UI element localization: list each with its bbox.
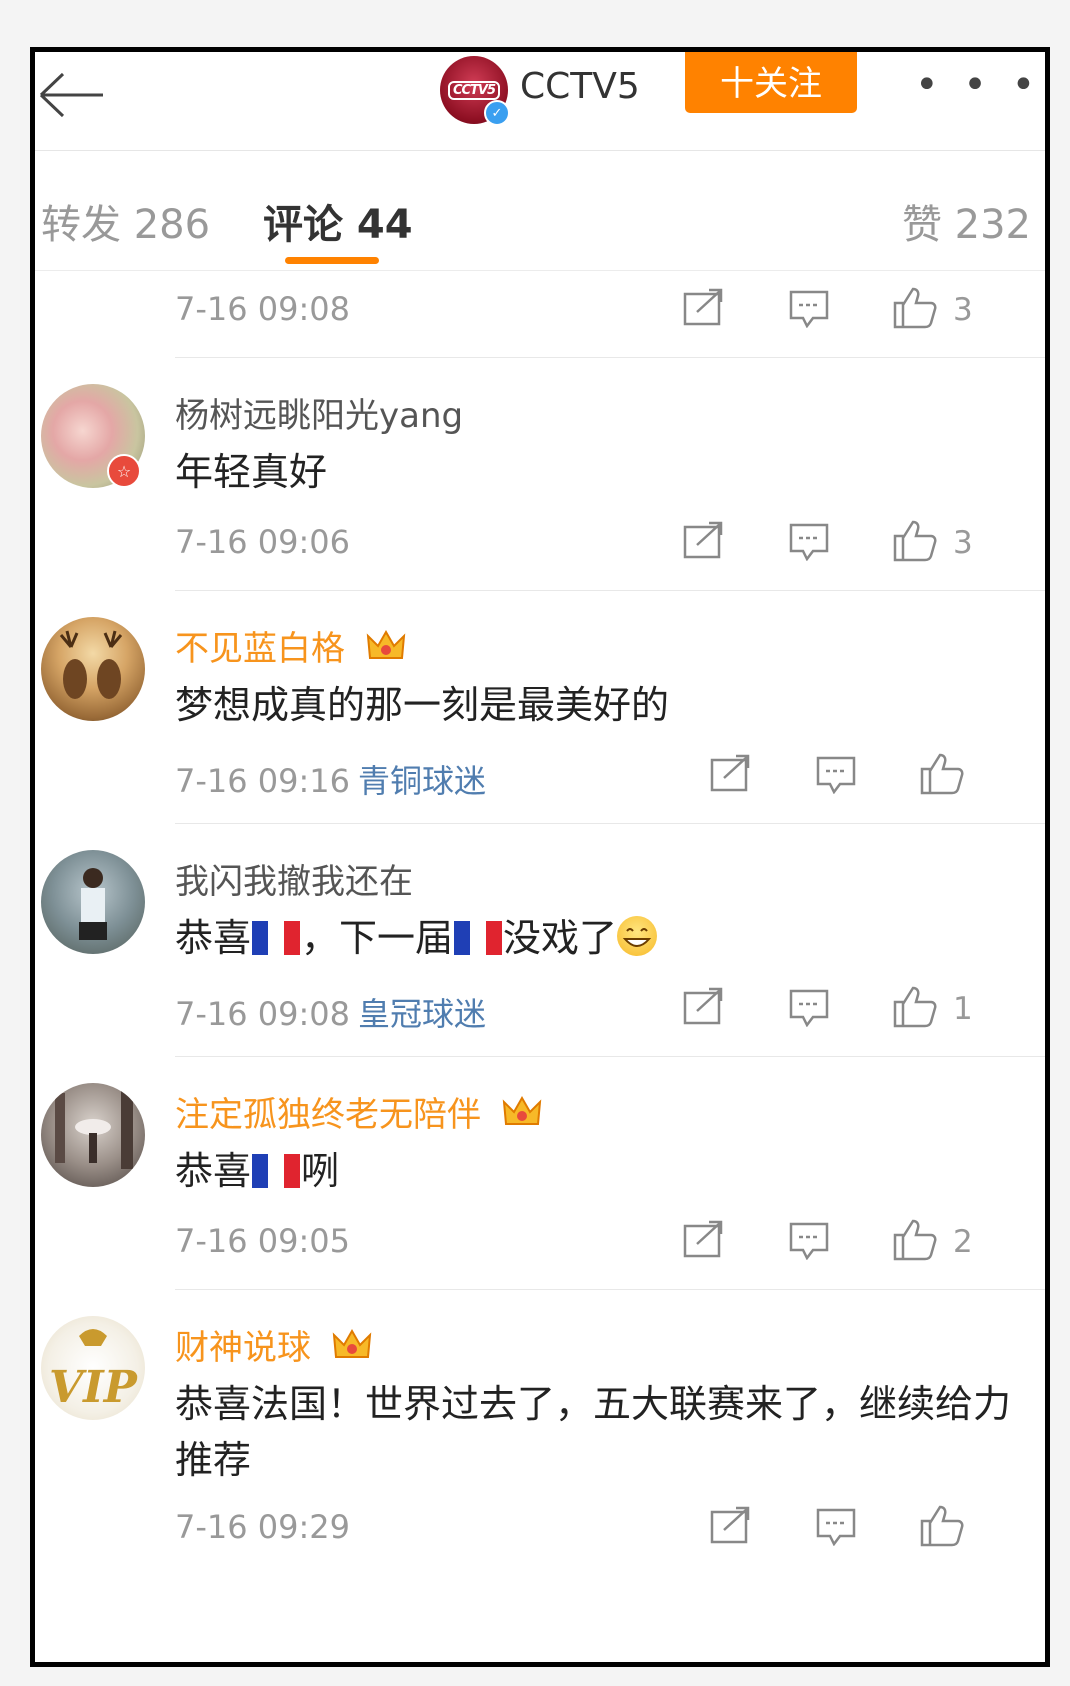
comment-text: 梦想成真的那一刻是最美好的 bbox=[175, 683, 670, 727]
like-icon[interactable] bbox=[893, 1217, 937, 1261]
grin-emoji-icon bbox=[617, 916, 658, 956]
divider bbox=[175, 357, 1045, 358]
reply-icon[interactable] bbox=[789, 989, 829, 1027]
comment-time: 7-16 09:08 bbox=[175, 995, 351, 1033]
avatar[interactable] bbox=[41, 617, 145, 721]
reply-icon[interactable] bbox=[789, 1222, 829, 1260]
share-icon[interactable] bbox=[683, 987, 725, 1025]
active-tab-indicator bbox=[285, 257, 379, 264]
comment-time: 7-16 09:29 bbox=[175, 1508, 351, 1546]
comment-text: 恭喜 咧 bbox=[175, 1143, 1035, 1199]
top-bar: CCTV5 ✓ CCTV5 十关注 • • • bbox=[35, 52, 1045, 151]
reply-icon[interactable] bbox=[789, 290, 829, 328]
crown-icon bbox=[366, 628, 406, 673]
france-flag-icon bbox=[454, 914, 503, 955]
username-label: 财神说球 bbox=[175, 1328, 311, 1368]
star-badge-icon: ☆ bbox=[107, 454, 141, 488]
account-name[interactable]: CCTV5 bbox=[520, 66, 640, 107]
like-count: 3 bbox=[953, 292, 973, 328]
more-icon[interactable]: • • • bbox=[915, 62, 1041, 108]
verified-icon: ✓ bbox=[484, 100, 510, 126]
france-flag-icon bbox=[252, 914, 301, 955]
username[interactable]: 杨树远眺阳光yang bbox=[175, 388, 463, 437]
reply-icon[interactable] bbox=[816, 756, 856, 794]
comment-meta: 7-16 09:16 青铜球迷 bbox=[175, 756, 486, 802]
divider bbox=[175, 1056, 1045, 1057]
reply-icon[interactable] bbox=[789, 523, 829, 561]
comment-text-part: ，下一届 bbox=[301, 916, 454, 960]
avatar[interactable]: VIP bbox=[41, 1316, 145, 1420]
svg-text:VIP: VIP bbox=[49, 1362, 139, 1413]
comment-time: 7-16 09:06 bbox=[175, 523, 351, 561]
tab-repost[interactable]: 转发 286 bbox=[41, 192, 210, 250]
username[interactable]: 注定孤独终老无陪伴 bbox=[175, 1087, 542, 1139]
like-count: 3 bbox=[953, 525, 973, 561]
like-icon[interactable] bbox=[893, 518, 937, 562]
like-count: 1 bbox=[953, 991, 973, 1027]
like-icon[interactable] bbox=[920, 1503, 964, 1547]
share-icon[interactable] bbox=[683, 521, 725, 559]
follow-button[interactable]: 十关注 bbox=[685, 52, 857, 113]
share-icon[interactable] bbox=[710, 1506, 752, 1544]
username-label: 注定孤独终老无陪伴 bbox=[175, 1095, 481, 1135]
comment-text: 年轻真好 bbox=[175, 450, 328, 494]
like-icon[interactable] bbox=[893, 984, 937, 1028]
fan-level-link[interactable]: 皇冠球迷 bbox=[358, 995, 486, 1033]
divider bbox=[175, 1289, 1045, 1290]
comment-text: 恭喜 ，下一届 没戏了 bbox=[175, 910, 1035, 966]
comment-text-part: 咧 bbox=[301, 1149, 340, 1193]
like-count: 2 bbox=[953, 1224, 973, 1260]
share-icon[interactable] bbox=[710, 754, 752, 792]
comment-time: 7-16 09:08 bbox=[175, 290, 351, 328]
weibo-comments-screen: CCTV5 ✓ CCTV5 十关注 • • • 转发 286 评论 44 赞 2… bbox=[30, 47, 1050, 1667]
comment-text-part: 恭喜 bbox=[175, 1149, 252, 1193]
tab-comments[interactable]: 评论 44 bbox=[263, 192, 413, 250]
fan-level-link[interactable]: 青铜球迷 bbox=[358, 762, 486, 800]
divider bbox=[175, 823, 1045, 824]
reply-icon[interactable] bbox=[816, 1508, 856, 1546]
share-icon[interactable] bbox=[683, 288, 725, 326]
comment-text-part: 恭喜 bbox=[175, 916, 252, 960]
cctv5-logo: CCTV5 bbox=[447, 80, 501, 100]
avatar[interactable] bbox=[41, 1083, 145, 1187]
tab-likes[interactable]: 赞 232 bbox=[902, 192, 1031, 250]
username[interactable]: 不见蓝白格 bbox=[175, 621, 406, 673]
divider bbox=[175, 590, 1045, 591]
like-icon[interactable] bbox=[893, 285, 937, 329]
comment-meta: 7-16 09:08 皇冠球迷 bbox=[175, 989, 486, 1035]
crown-icon bbox=[502, 1094, 542, 1139]
comment-time: 7-16 09:16 bbox=[175, 762, 351, 800]
like-icon[interactable] bbox=[920, 751, 964, 795]
comment-text: 恭喜法国！世界过去了，五大联赛来了，继续给力推荐 bbox=[175, 1382, 1012, 1482]
avatar[interactable] bbox=[41, 850, 145, 954]
tab-bar: 转发 286 评论 44 赞 232 bbox=[35, 150, 1045, 271]
france-flag-icon bbox=[252, 1147, 301, 1188]
comment-time: 7-16 09:05 bbox=[175, 1222, 351, 1260]
username[interactable]: 我闪我撤我还在 bbox=[175, 854, 413, 903]
username-label: 不见蓝白格 bbox=[175, 629, 345, 669]
account-avatar[interactable]: CCTV5 ✓ bbox=[440, 56, 510, 126]
username[interactable]: 财神说球 bbox=[175, 1320, 372, 1372]
comment-text-part: 没戏了 bbox=[503, 916, 618, 960]
back-arrow-icon[interactable] bbox=[37, 70, 107, 120]
share-icon[interactable] bbox=[683, 1220, 725, 1258]
crown-icon bbox=[332, 1327, 372, 1372]
